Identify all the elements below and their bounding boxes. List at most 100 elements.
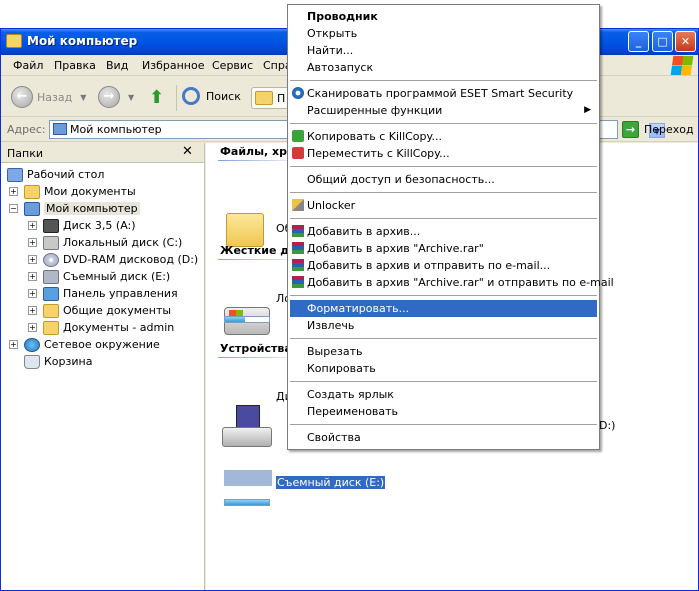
menu-item-label: Открыть <box>307 27 358 40</box>
tree-item-label: Диск 3,5 (A:) <box>63 219 136 232</box>
menu-tools[interactable]: Сервис <box>212 59 253 72</box>
menu-item-extended[interactable]: Расширенные функции ▶ <box>290 102 597 119</box>
menu-item-unlocker[interactable]: Unlocker <box>290 197 597 214</box>
expand-icon[interactable]: + <box>9 187 18 196</box>
menu-item-killcopy-copy[interactable]: Копировать с KillCopy... <box>290 128 597 145</box>
menu-item-add-archive-email[interactable]: Добавить в архив и отправить по e-mail..… <box>290 257 597 274</box>
menu-item-label: Сканировать программой ESET Smart Securi… <box>307 87 574 100</box>
menu-item-killcopy-move[interactable]: Переместить с KillCopy... <box>290 145 597 162</box>
folders-pane: Папки ✕ Рабочий стол + Мои документы − М… <box>1 143 205 590</box>
menu-item-label: Общий доступ и безопасность... <box>307 173 495 186</box>
winrar-icon <box>292 259 304 271</box>
expand-icon[interactable]: + <box>28 289 37 298</box>
menu-item-cut[interactable]: Вырезать <box>290 343 597 360</box>
tree-item-label: DVD-RAM дисковод (D:) <box>63 253 199 266</box>
menu-item-add-archive[interactable]: Добавить в архив... <box>290 223 597 240</box>
menu-item-rename[interactable]: Переименовать <box>290 403 597 420</box>
tree-item-removable-disk[interactable]: + Съемный диск (E:) <box>28 268 170 285</box>
expand-icon[interactable]: + <box>28 306 37 315</box>
expand-icon[interactable]: + <box>28 323 37 332</box>
address-value: Мой компьютер <box>70 123 162 136</box>
removable-disk-item[interactable]: Съемный диск (E:) <box>276 476 386 489</box>
tree-item-dvd[interactable]: + DVD-RAM дисковод (D:) <box>28 251 198 268</box>
tree-item-floppy[interactable]: + Диск 3,5 (A:) <box>28 217 136 234</box>
back-button[interactable]: ← Назад ▼ <box>11 85 86 109</box>
minimize-button[interactable]: _ <box>628 31 649 52</box>
tree-item-label: Локальный диск (C:) <box>63 236 183 249</box>
menu-edit[interactable]: Правка <box>54 59 96 72</box>
killcopy-copy-icon <box>292 130 304 142</box>
folders-pane-title: Папки <box>7 147 43 160</box>
expand-icon[interactable]: + <box>28 255 37 264</box>
expand-icon[interactable]: + <box>28 238 37 247</box>
tree-item-admin-documents[interactable]: + Документы - admin <box>28 319 174 336</box>
menu-item-add-archive-rar[interactable]: Добавить в архив "Archive.rar" <box>290 240 597 257</box>
expand-icon[interactable]: + <box>28 221 37 230</box>
tree-item-desktop[interactable]: Рабочий стол <box>7 166 104 183</box>
menu-item-add-archive-rar-email[interactable]: Добавить в архив "Archive.rar" и отправи… <box>290 274 614 291</box>
menu-item-copy[interactable]: Копировать <box>290 360 597 377</box>
removable-disk-label: Съемный диск (E:) <box>276 476 386 489</box>
dvd-item-label[interactable]: D:) <box>599 419 615 432</box>
eset-icon <box>292 87 304 99</box>
menu-item-eset-scan[interactable]: Сканировать программой ESET Smart Securi… <box>290 85 597 102</box>
tree-item-local-disk[interactable]: + Локальный диск (C:) <box>28 234 182 251</box>
menu-item-label: Добавить в архив и отправить по e-mail..… <box>307 259 551 272</box>
menu-view[interactable]: Вид <box>106 59 128 72</box>
menu-file[interactable]: Файл <box>13 59 43 72</box>
menu-item-label: Копировать с KillCopy... <box>307 130 442 143</box>
tree-item-network[interactable]: + Сетевое окружение <box>9 336 160 353</box>
menu-item-sharing[interactable]: Общий доступ и безопасность... <box>290 171 597 188</box>
recycle-bin-icon <box>24 354 40 369</box>
tree-item-control-panel[interactable]: + Панель управления <box>28 285 178 302</box>
expand-icon[interactable]: + <box>9 340 18 349</box>
group-header-devices: Устройства <box>220 342 292 355</box>
search-button[interactable]: Поиск <box>182 87 241 105</box>
menu-separator <box>290 123 597 124</box>
floppy-icon <box>43 218 59 233</box>
menu-item-label: Добавить в архив... <box>307 225 421 238</box>
shared-folder-icon[interactable] <box>226 213 264 247</box>
menu-separator <box>290 295 597 296</box>
menu-item-format[interactable]: Форматировать... <box>290 300 597 317</box>
menu-item-explorer[interactable]: Проводник <box>290 8 597 25</box>
tree-item-my-computer[interactable]: − Мой компьютер <box>9 200 140 217</box>
menu-item-search[interactable]: Найти... <box>290 42 597 59</box>
menu-item-autoplay[interactable]: Автозапуск <box>290 59 597 76</box>
tree-item-label: Мои документы <box>44 185 136 198</box>
forward-arrow-icon: → <box>98 86 120 108</box>
collapse-icon[interactable]: − <box>9 204 18 213</box>
tree-item-recycle-bin[interactable]: Корзина <box>24 353 92 370</box>
menu-item-open[interactable]: Открыть <box>290 25 597 42</box>
tree-item-my-documents[interactable]: + Мои документы <box>9 183 136 200</box>
folders-pane-header: Папки ✕ <box>1 143 204 163</box>
menu-item-properties[interactable]: Свойства <box>290 429 597 446</box>
close-icon[interactable]: ✕ <box>182 144 193 159</box>
drive-shape <box>222 427 272 447</box>
go-arrow-icon: → <box>622 121 639 138</box>
my-documents-icon <box>24 184 40 199</box>
tree-item-label: Сетевое окружение <box>44 338 160 351</box>
hard-disk-icon <box>43 235 59 250</box>
tree-item-shared-documents[interactable]: + Общие документы <box>28 302 171 319</box>
folders-icon <box>255 91 273 105</box>
menu-item-create-shortcut[interactable]: Создать ярлык <box>290 386 597 403</box>
menu-favorites[interactable]: Избранное <box>142 59 204 72</box>
maximize-button[interactable]: □ <box>652 31 673 52</box>
menu-item-label: Копировать <box>307 362 376 375</box>
tree-item-label: Съемный диск (E:) <box>63 270 171 283</box>
expand-icon[interactable]: + <box>28 272 37 281</box>
folders-button[interactable]: П <box>251 87 291 109</box>
menu-item-label: Форматировать... <box>307 302 410 315</box>
removable-disk-icon[interactable] <box>224 470 272 486</box>
forward-button[interactable]: → ▼ <box>98 85 134 109</box>
menu-item-label: Unlocker <box>307 199 356 212</box>
menu-item-eject[interactable]: Извлечь <box>290 317 597 334</box>
context-menu: Проводник Открыть Найти... Автозапуск Ск… <box>287 4 614 450</box>
close-button[interactable]: ✕ <box>675 31 696 52</box>
winrar-icon <box>292 276 304 288</box>
go-button[interactable]: → Переход <box>622 121 694 138</box>
folder-up-icon[interactable]: ⬆ <box>149 87 169 109</box>
floppy-drive-icon[interactable] <box>222 405 272 449</box>
menu-item-label: Проводник <box>307 10 378 23</box>
